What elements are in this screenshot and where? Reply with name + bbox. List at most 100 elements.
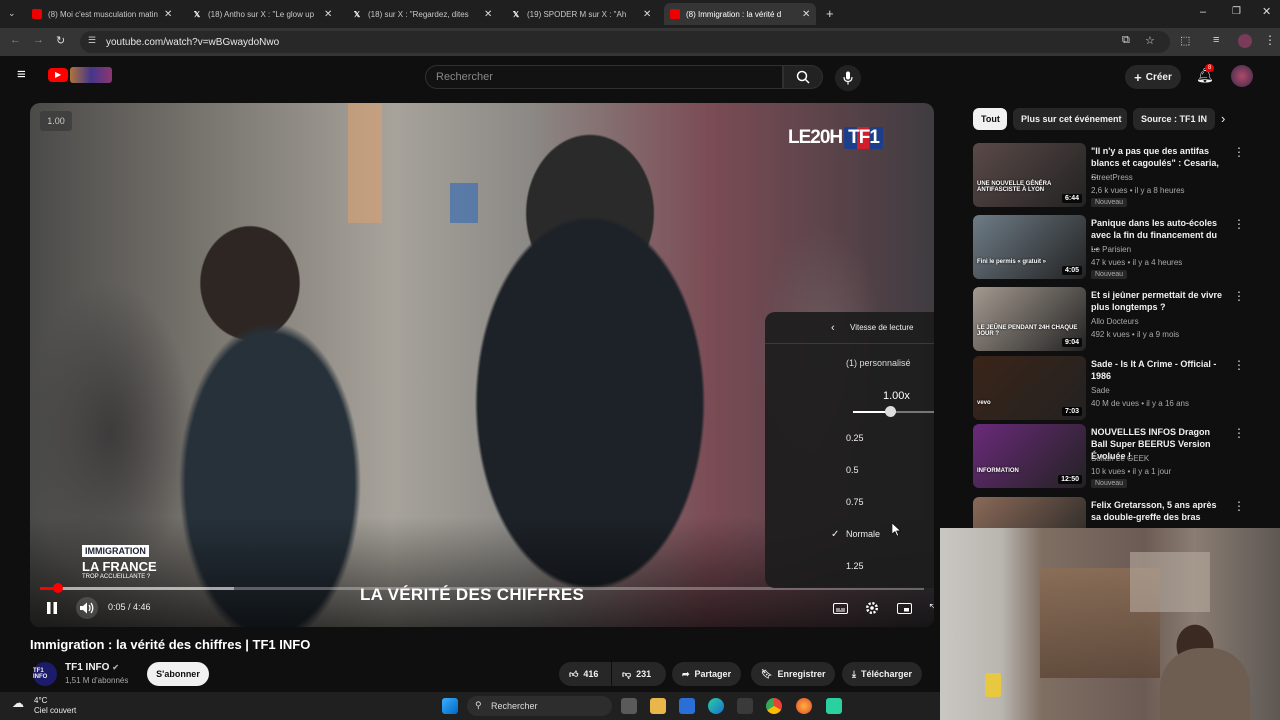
browser-tab[interactable]: 𝕏 (19) SPODER M sur X : "Ah ✕ [505,3,657,25]
url-field[interactable]: ☰ youtube.com/watch?v=wBGwaydoNwo [80,31,1170,53]
chips-next-chevron-icon[interactable]: › [1221,111,1225,126]
custom-speed-label[interactable]: (1) personnalisé [846,358,911,368]
close-tab-icon[interactable]: ✕ [484,9,492,20]
tab-list-icon[interactable]: ⌄ [8,8,16,19]
custom-speed-slider-handle[interactable] [884,406,896,417]
youtube-logo-icon[interactable]: ▶ [48,68,68,82]
more-options-icon[interactable]: ⋮ [1233,358,1245,372]
save-button[interactable]: 🔖︎ Enregistrer [751,662,836,686]
save-label: Enregistrer [777,669,826,679]
maximize-icon[interactable]: ❐ [1232,6,1241,17]
speed-option[interactable]: ✓ Normale [765,520,934,548]
video-player[interactable]: 1.00 LE20H TF1 IMMIGRATION LA FRANCE TROP… [30,103,934,627]
close-tab-icon[interactable]: ✕ [643,9,651,20]
search-input[interactable]: Rechercher [425,65,783,89]
speed-menu-header[interactable]: ‹ Vitesse de lecture [765,312,934,344]
forward-icon[interactable]: → [33,34,44,46]
more-options-icon[interactable]: ⋮ [1233,217,1245,231]
back-chevron-icon[interactable]: ‹ [831,322,835,334]
windows-start-icon[interactable] [442,698,458,714]
more-options-icon[interactable]: ⋮ [1233,499,1245,513]
browser-tab[interactable]: 𝕏 (18) Antho sur X : "Le glow up ✕ [186,3,338,25]
filter-chip[interactable]: Tout [973,108,1007,130]
reload-icon[interactable]: ↻ [56,34,65,47]
settings-button[interactable] [861,597,883,619]
doodle-logo[interactable] [70,67,112,83]
more-options-icon[interactable]: ⋮ [1233,426,1245,440]
browser-tab[interactable]: (8) Moi c'est musculation matin ✕ [26,3,178,25]
create-button[interactable]: + Créer [1125,65,1181,89]
recommended-video[interactable]: Fini le permis « gratuit » 4:05 Panique da… [973,215,1245,279]
fullscreen-button[interactable]: ⤡ [923,597,934,619]
like-button[interactable]: 👍︎ 416 [559,662,611,686]
recommended-video[interactable]: vevo 7:03 Sade - Is It A Crime - Official … [973,356,1245,420]
miniplayer-button[interactable] [893,597,915,619]
speed-menu-title: Vitesse de lecture [850,323,914,332]
mute-button[interactable] [76,597,98,619]
download-button[interactable]: ⤓ Télécharger [842,662,923,686]
more-options-icon[interactable]: ⋮ [1233,289,1245,303]
video-thumbnail[interactable]: UNE NOUVELLE GÉNÉRA ANTIFASCISTE À LYON 6… [973,143,1086,207]
recommended-meta: 47 k vues • il y a 4 heures [1091,258,1183,267]
speed-option[interactable]: 0.25 [765,424,934,452]
channel-name[interactable]: TF1 INFO ✔ [65,662,119,673]
edge-icon[interactable] [708,698,724,714]
new-tab-button[interactable]: + [826,6,834,21]
dislike-button[interactable]: 👎︎ 231 [612,662,666,686]
speed-option[interactable]: 1.25 [765,552,934,580]
fullscreen-icon: ⤡ [929,600,934,615]
search-button[interactable] [783,65,823,89]
pause-button[interactable] [41,597,63,619]
firefox-icon[interactable] [796,698,812,714]
webcam-person [1160,648,1250,720]
back-icon[interactable]: ← [10,34,21,46]
recommended-video[interactable]: LE JEÛNE PENDANT 24H CHAQUE JOUR ? 9:04 Et… [973,287,1245,351]
hamburger-menu-icon[interactable]: ≡ [17,66,26,83]
filter-chip[interactable]: Plus sur cet événement [1013,108,1127,130]
video-thumbnail[interactable]: vevo 7:03 [973,356,1086,420]
account-avatar[interactable] [1231,65,1253,87]
install-app-icon[interactable]: ⧉ [1122,34,1130,47]
chrome-icon[interactable] [766,698,782,714]
browser-tab[interactable]: 𝕏 (18) sur X : "Regardez, dites ✕ [346,3,498,25]
browser-menu-icon[interactable]: ⋮ [1264,33,1276,47]
speed-option[interactable]: 0.75 [765,488,934,516]
close-window-icon[interactable]: ✕ [1262,5,1271,18]
app-icon[interactable] [826,698,842,714]
more-options-icon[interactable]: ⋮ [1233,145,1245,159]
filter-chip[interactable]: Source : TF1 IN [1133,108,1215,130]
recommended-video[interactable]: UNE NOUVELLE GÉNÉRA ANTIFASCISTE À LYON 6… [973,143,1245,207]
close-tab-icon[interactable]: ✕ [802,9,810,20]
tab-search-icon[interactable]: ≡ [1213,34,1219,46]
file-explorer-icon[interactable] [650,698,666,714]
share-button[interactable]: ➦ Partager [672,662,742,686]
voice-search-button[interactable] [835,65,861,91]
subtitles-button[interactable] [829,597,851,619]
speed-option[interactable]: 0.5 [765,456,934,484]
channel-avatar[interactable]: TF1 INFO [33,662,57,686]
speed-option-label: 0.5 [846,465,859,475]
subscribe-button[interactable]: S'abonner [147,662,209,686]
bookmark-star-icon[interactable]: ☆ [1145,34,1155,47]
video-thumbnail[interactable]: Fini le permis « gratuit » 4:05 [973,215,1086,279]
notifications-button[interactable]: 🔔︎ 8 [1196,64,1215,85]
task-view-icon[interactable] [621,698,637,714]
extensions-icon[interactable]: ⬚ [1180,34,1190,47]
store-icon[interactable] [737,698,753,714]
profile-avatar[interactable] [1238,34,1252,48]
browser-tab[interactable]: (8) Immigration : la vérité d ✕ [664,3,817,25]
progress-scrubber[interactable] [53,583,63,593]
taskbar-search[interactable]: ⚲ Rechercher [467,696,612,716]
custom-speed-slider[interactable] [853,406,934,417]
weather-widget[interactable]: ☁ 4°C Ciel couvert [12,696,76,716]
mail-icon[interactable] [679,698,695,714]
minimize-icon[interactable]: – [1200,6,1206,18]
close-tab-icon[interactable]: ✕ [324,9,332,20]
checkmark-icon: ✓ [831,528,840,540]
video-thumbnail[interactable]: LE JEÛNE PENDANT 24H CHAQUE JOUR ? 9:04 [973,287,1086,351]
microphone-icon [843,71,853,85]
recommended-video[interactable]: INFORMATION 12:50 NOUVELLES INFOS Dragon B… [973,424,1245,488]
site-info-icon[interactable]: ☰ [88,35,96,46]
video-thumbnail[interactable]: INFORMATION 12:50 [973,424,1086,488]
close-tab-icon[interactable]: ✕ [164,9,172,20]
